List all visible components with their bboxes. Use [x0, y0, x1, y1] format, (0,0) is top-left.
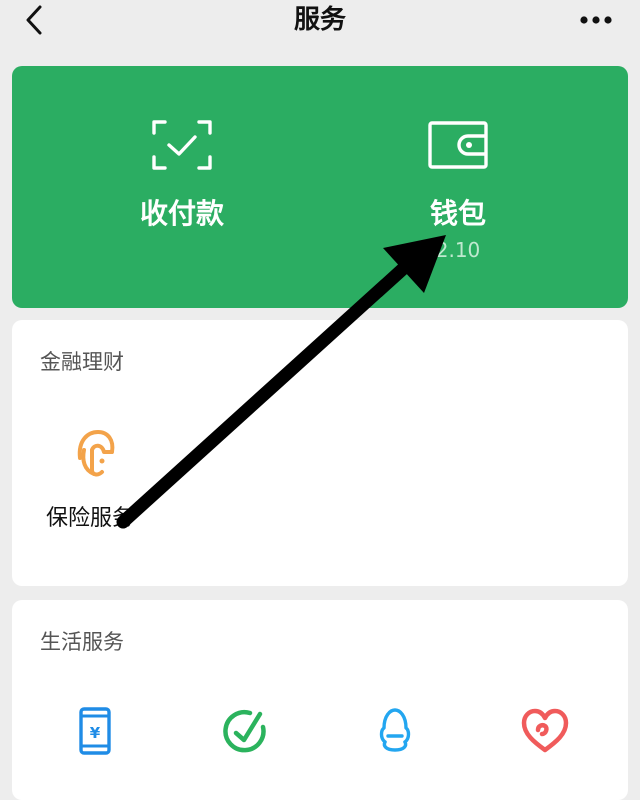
- pay-receive-label: 收付款: [139, 197, 224, 230]
- top-bar: 服务: [0, 0, 640, 44]
- insurance-service-label: 保险服务: [46, 506, 135, 531]
- payment-wallet-card: 收付款 钱包 2.10: [12, 66, 628, 308]
- mobile-topup-tile[interactable]: ¥: [70, 706, 120, 756]
- qq-penguin-icon: [379, 708, 411, 752]
- more-button[interactable]: [576, 8, 616, 32]
- green-check-tile[interactable]: [220, 706, 270, 756]
- life-services-section: 生活服务 ¥: [12, 600, 628, 800]
- scan-check-icon: [152, 120, 212, 170]
- qq-tile[interactable]: [370, 706, 420, 756]
- green-check-icon: [223, 709, 266, 753]
- insurance-service-tile[interactable]: 保险服务: [44, 420, 184, 531]
- pay-receive-button[interactable]: 收付款: [82, 66, 282, 308]
- wallet-label: 钱包: [429, 197, 486, 230]
- insurance-umbrella-icon: [77, 430, 115, 477]
- page-title: 服务: [293, 5, 346, 35]
- charity-heart-icon: [521, 708, 569, 753]
- wallet-button[interactable]: 钱包 2.10: [358, 66, 558, 308]
- wallet-balance: 2.10: [435, 238, 481, 262]
- charity-tile[interactable]: [520, 706, 570, 756]
- wallet-icon: [428, 121, 488, 169]
- life-section-title: 生活服务: [40, 630, 124, 654]
- more-dots-icon: [580, 16, 612, 24]
- finance-section: 金融理财 保险服务: [12, 320, 628, 586]
- svg-text:¥: ¥: [90, 724, 101, 742]
- mobile-topup-icon: ¥: [79, 707, 111, 755]
- finance-section-title: 金融理财: [40, 350, 124, 374]
